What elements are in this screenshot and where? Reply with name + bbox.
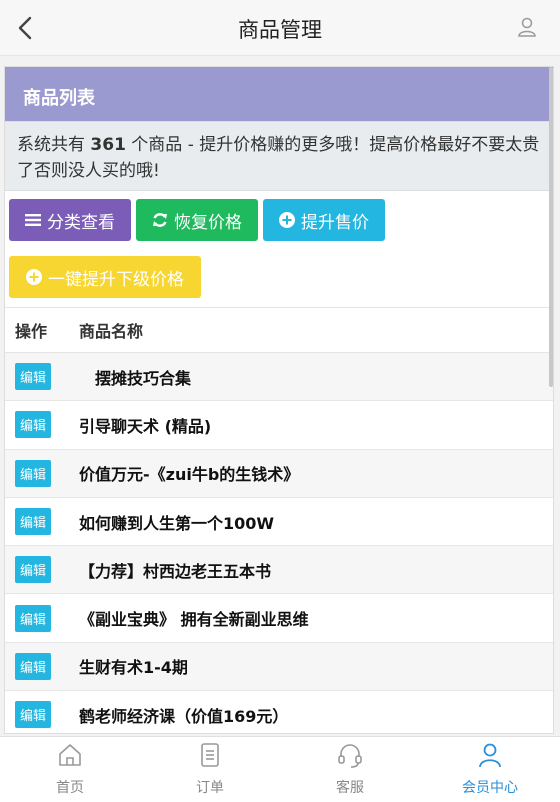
tab-member-center[interactable]: 会员中心	[420, 737, 560, 802]
notice-prefix: 系统共有	[17, 135, 91, 155]
tab-support[interactable]: 客服	[280, 737, 420, 802]
table-row: 编辑 《副业宝典》 拥有全新副业思维	[5, 594, 553, 643]
edit-button[interactable]: 编辑	[15, 556, 52, 584]
product-name: 引导聊天术 (精品)	[79, 416, 212, 436]
page-title: 商品管理	[238, 18, 322, 42]
edit-button[interactable]: 编辑	[15, 508, 52, 536]
list-icon	[25, 213, 41, 227]
product-name: 摆摊技巧合集	[79, 368, 192, 388]
table-row: 编辑 生财有术1-4期	[5, 642, 553, 692]
product-name: 《副业宝典》 拥有全新副业思维	[79, 610, 309, 630]
tab-home-label: 首页	[56, 780, 84, 796]
category-view-button[interactable]: 分类查看	[9, 199, 131, 241]
raise-price-label: 提升售价	[301, 212, 369, 233]
order-icon	[201, 743, 219, 767]
tab-orders[interactable]: 订单	[140, 737, 280, 802]
table-row: 编辑 【力荐】村西边老王五本书	[5, 546, 553, 595]
tab-member-center-label: 会员中心	[462, 780, 518, 796]
row-action-cell: 编辑	[5, 411, 79, 439]
headset-icon	[338, 744, 362, 768]
scrollbar[interactable]	[549, 67, 553, 387]
tab-home[interactable]: 首页	[0, 737, 140, 802]
table-row: 编辑 鹤老师经济课（价值169元）	[5, 691, 553, 733]
product-table: 操作 商品名称 编辑 摆摊技巧合集 编辑 引导聊天术 (精品) 编辑 价值万元-《zui…	[5, 307, 553, 733]
edit-button[interactable]: 编辑	[15, 363, 52, 391]
table-row: 编辑 摆摊技巧合集	[5, 353, 553, 402]
notice-text: 系统共有 361 个商品 - 提升价格赚的更多哦！提高价格最好不要太贵了否则没人…	[5, 121, 553, 191]
restore-price-button[interactable]: 恢复价格	[136, 199, 258, 241]
product-name: 鹤老师经济课（价值169元）	[79, 706, 289, 726]
row-action-cell: 编辑	[5, 459, 79, 487]
top-bar: 商品管理	[0, 0, 560, 56]
row-action-cell: 编辑	[5, 652, 79, 680]
product-name: 【力荐】村西边老王五本书	[79, 561, 272, 581]
table-row: 编辑 价值万元-《zui牛b的生钱术》	[5, 449, 553, 498]
category-view-label: 分类查看	[47, 212, 115, 233]
edit-button[interactable]: 编辑	[15, 459, 52, 487]
product-count: 361	[90, 135, 126, 155]
table-row: 编辑 如何赚到人生第一个100W	[5, 498, 553, 547]
edit-button[interactable]: 编辑	[15, 701, 52, 729]
tab-orders-label: 订单	[196, 780, 224, 796]
table-header: 操作 商品名称	[5, 307, 553, 353]
user-icon	[479, 743, 501, 768]
edit-button[interactable]: 编辑	[15, 604, 52, 632]
raise-subordinate-price-label: 一键提升下级价格	[48, 269, 184, 290]
header-action: 操作	[15, 322, 48, 341]
edit-button[interactable]: 编辑	[15, 652, 52, 680]
tab-support-label: 客服	[336, 780, 364, 796]
plus-circle-icon	[279, 212, 295, 228]
row-action-cell: 编辑	[5, 701, 79, 729]
product-panel: 商品列表 系统共有 361 个商品 - 提升价格赚的更多哦！提高价格最好不要太贵…	[4, 66, 554, 734]
row-action-cell: 编辑	[5, 556, 79, 584]
raise-subordinate-price-button[interactable]: 一键提升下级价格	[9, 256, 201, 298]
table-row: 编辑 引导聊天术 (精品)	[5, 401, 553, 450]
home-icon	[59, 744, 81, 766]
bottom-tab-bar: 首页 订单 客服 会员中心	[0, 736, 560, 802]
table-body: 编辑 摆摊技巧合集 编辑 引导聊天术 (精品) 编辑 价值万元-《zui牛b的生钱术》编…	[5, 353, 553, 733]
row-action-cell: 编辑	[5, 508, 79, 536]
panel-title: 商品列表	[5, 67, 553, 121]
restore-price-label: 恢复价格	[174, 212, 242, 233]
row-action-cell: 编辑	[5, 604, 79, 632]
product-name: 价值万元-《zui牛b的生钱术》	[79, 465, 300, 485]
raise-price-button[interactable]: 提升售价	[263, 199, 385, 241]
user-icon[interactable]	[516, 16, 538, 38]
refresh-icon	[152, 212, 168, 228]
plus-circle-icon	[26, 269, 42, 285]
edit-button[interactable]: 编辑	[15, 411, 52, 439]
product-name: 生财有术1-4期	[79, 658, 188, 678]
product-name: 如何赚到人生第一个100W	[79, 513, 275, 533]
header-product-name: 商品名称	[79, 322, 144, 341]
row-action-cell: 编辑	[5, 363, 79, 391]
